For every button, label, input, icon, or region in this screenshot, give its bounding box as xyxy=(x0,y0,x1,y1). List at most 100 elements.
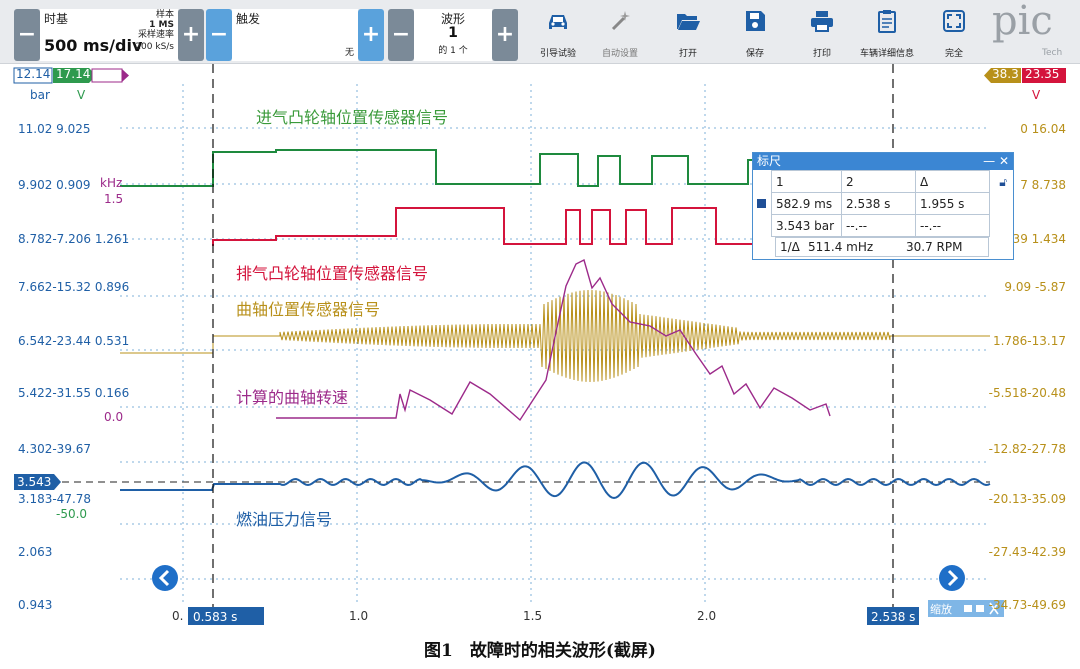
right-tick-label: 0 16.04 xyxy=(1020,122,1066,136)
left-tick-label: 2.063 xyxy=(18,545,53,559)
ruler-table: 1 2 Δ 582.9 ms 2.538 s 1.955 s 3.543 bar… xyxy=(771,170,990,237)
open-button[interactable]: 打开 xyxy=(657,8,719,59)
left-tick-label: 3.183-47.78 xyxy=(18,492,92,506)
auto-setup-button[interactable]: 自动设置 xyxy=(589,8,651,59)
guided-test-label: 引导试验 xyxy=(539,49,576,59)
car-icon xyxy=(549,15,567,29)
left-tick-label: 6.542-23.44 0.531 xyxy=(18,334,130,348)
fuel-marker-value: 3.543 xyxy=(17,475,52,489)
vehicle-details-button[interactable]: 车辆详细信息 xyxy=(856,8,918,59)
open-label: 打开 xyxy=(678,49,697,59)
ruler-col-2: 2 xyxy=(841,170,916,193)
intake-cam-label: 进气凸轮轴位置传感器信号 xyxy=(256,108,449,127)
ruler-channel-swatch xyxy=(757,199,766,208)
timebase-label: 时基 xyxy=(44,12,69,26)
right-tick-label: 7 8.738 xyxy=(1020,178,1066,192)
sample-rate-value: 200 kS/s xyxy=(135,42,174,52)
rpm-axis-top: 1.5 xyxy=(104,192,124,206)
scroll-left-button[interactable] xyxy=(152,565,178,591)
right-tick-label: -34.73-49.69 xyxy=(988,598,1066,612)
cursor-1-time: 0.583 s xyxy=(193,610,238,624)
ruler-lock-icon[interactable]: 🔓︎ xyxy=(999,175,1007,190)
exhaust-trigger-marker[interactable] xyxy=(91,68,129,83)
left-tick-label: 4.302-39.67 xyxy=(18,442,92,456)
right-tick-label: -12.82-27.78 xyxy=(988,442,1066,456)
figure-caption: 图1 故障时的相关波形(截屏) xyxy=(424,641,656,661)
fuel-pressure-label: 燃油压力信号 xyxy=(236,510,333,529)
ruler-frequency-value: 511.4 mHz xyxy=(808,240,874,254)
rpm-axis-unit: kHz xyxy=(100,176,123,190)
ruler-value-2: --.-- xyxy=(841,214,916,237)
left-tick-label: 11.02 9.025 xyxy=(18,122,91,136)
scope-plot-area[interactable]: 12.14 17.14 38.3 23.35 bar V V kHz 1.5 0… xyxy=(0,64,1080,630)
ruler-value-delta: --.-- xyxy=(915,214,990,237)
sample-rate-label: 采样速率 xyxy=(137,30,174,40)
left-tick-label: 0.943 xyxy=(18,598,53,612)
timebase-increase-button[interactable]: + xyxy=(178,9,204,61)
zoom-label: 缩放 xyxy=(930,603,952,616)
ruler-col-1: 1 xyxy=(771,170,842,193)
crank-rpm-label: 计算的曲轴转速 xyxy=(236,388,349,407)
folder-open-icon xyxy=(677,14,700,30)
left-axis-a-unit: bar xyxy=(30,88,50,102)
right-tick-label: -20.13-35.09 xyxy=(988,492,1066,506)
ruler-title: 标尺 xyxy=(757,154,782,168)
waveform-next-button[interactable]: + xyxy=(492,9,518,61)
trigger-increase-button[interactable]: + xyxy=(358,9,384,61)
clipboard-icon xyxy=(878,10,896,33)
right-tick-label: -5.518-20.48 xyxy=(988,386,1066,400)
ruler-rpm-value: 30.7 RPM xyxy=(906,240,963,254)
crank-sensor-label: 曲轴位置传感器信号 xyxy=(236,300,381,319)
brand-logo-sub: Tech xyxy=(1042,48,1063,58)
left-tick-label: 7.662-15.32 0.896 xyxy=(18,280,130,294)
trigger-decrease-button[interactable]: − xyxy=(206,9,232,61)
save-label: 保存 xyxy=(745,49,764,59)
exhaust-cam-label: 排气凸轮轴位置传感器信号 xyxy=(236,264,429,283)
fuel-pressure-trace xyxy=(120,461,991,500)
trigger-label: 触发 xyxy=(236,12,261,26)
ruler-window-controls[interactable]: — ✕ xyxy=(983,153,1009,170)
samples-value: 1 MS xyxy=(149,20,174,30)
left-tick-label: 8.782-7.206 1.261 xyxy=(18,232,130,246)
ruler-panel[interactable]: 标尺 — ✕ 🔓︎ 1 2 Δ 582.9 ms 2.538 s 1.955 s… xyxy=(752,152,1014,260)
auto-setup-label: 自动设置 xyxy=(601,49,638,59)
left-tick-label: 5.422-31.55 0.166 xyxy=(18,386,130,400)
ruler-time-delta: 1.955 s xyxy=(915,192,990,215)
rpm-axis-zero: 0.0 xyxy=(104,410,124,424)
toolbar: − 时基 500 ms/div 样本 1 MS 采样速率 200 kS/s + … xyxy=(0,0,1080,64)
print-button[interactable]: 打印 xyxy=(791,8,853,59)
trigger-value: 无 xyxy=(344,48,354,58)
printer-icon xyxy=(811,11,833,32)
ruler-time-2: 2.538 s xyxy=(841,192,916,215)
right-axis-a-marker-value: 38.3 xyxy=(992,67,1019,81)
waveform-canvas[interactable] xyxy=(0,64,1080,630)
guided-test-button[interactable]: 引导试验 xyxy=(527,8,589,59)
waveform-count: 的 1 个 xyxy=(438,46,468,56)
waveform-previous-button[interactable]: − xyxy=(388,9,414,61)
fullscreen-label: 完全 xyxy=(944,49,963,59)
right-tick-label: -27.43-42.39 xyxy=(988,545,1066,559)
ruler-header[interactable]: 标尺 — ✕ xyxy=(753,153,1013,170)
waveform-value: 1 xyxy=(448,25,458,41)
ruler-time-1: 582.9 ms xyxy=(771,192,842,215)
fullscreen-button[interactable]: 完全 xyxy=(923,8,985,59)
left-axis-a-marker-value: 12.14 xyxy=(16,67,51,81)
left-axis-b-unit: V xyxy=(77,88,86,102)
save-button[interactable]: 保存 xyxy=(724,8,786,59)
samples-label: 样本 xyxy=(155,10,174,20)
left-axis-b-marker-value: 17.14 xyxy=(56,67,91,81)
x-tick-1: 1.0 xyxy=(349,609,369,623)
right-axis-b-marker-value: 23.35 xyxy=(1025,67,1060,81)
left-axis-b-min: -50.0 xyxy=(56,507,88,521)
scroll-right-button[interactable] xyxy=(939,565,965,591)
timebase-decrease-button[interactable]: − xyxy=(14,9,40,61)
right-tick-label: 1.786-13.17 xyxy=(992,334,1066,348)
ruler-frequency-label: 1/Δ xyxy=(780,240,800,254)
save-icon xyxy=(746,11,765,31)
ruler-col-delta: Δ xyxy=(915,170,990,193)
vehicle-details-label: 车辆详细信息 xyxy=(859,49,914,59)
ruler-value-1: 3.543 bar xyxy=(771,214,842,237)
print-label: 打印 xyxy=(812,49,831,59)
x-tick-0: 0. xyxy=(172,609,184,623)
intake-cam-trace xyxy=(120,149,760,187)
